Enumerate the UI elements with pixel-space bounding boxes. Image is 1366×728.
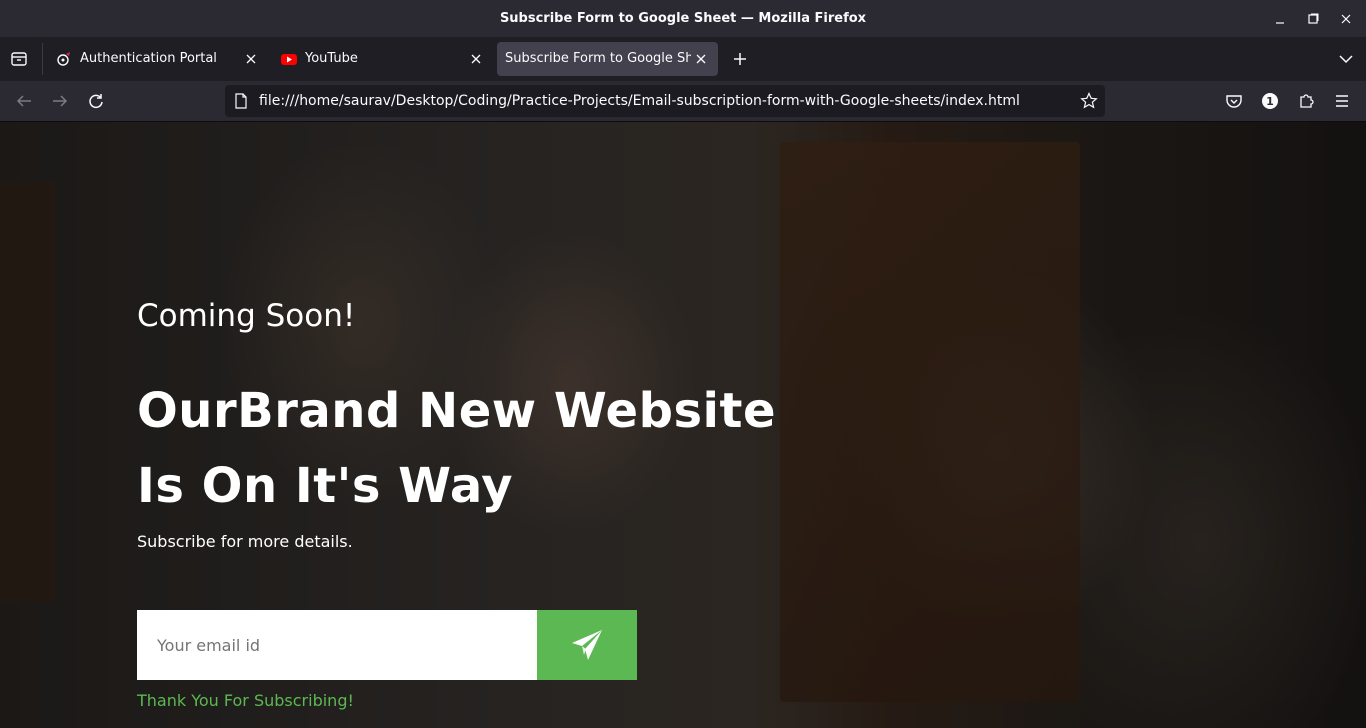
tab-label: Subscribe Form to Google Sheet <box>505 51 691 66</box>
file-page-icon <box>233 93 249 109</box>
tab-subscribe-form[interactable]: Subscribe Form to Google Sheet <box>497 42 718 76</box>
close-tab-icon[interactable] <box>467 50 485 68</box>
back-arrow-icon[interactable] <box>13 90 35 112</box>
tab-divider <box>42 43 43 75</box>
hero-headline: OurBrand New Website Is On It's Way <box>137 383 776 514</box>
url-text[interactable]: file:///home/saurav/Desktop/Coding/Pract… <box>259 85 1020 117</box>
extension-badge-icon[interactable]: 1 <box>1259 90 1281 112</box>
close-window-icon[interactable] <box>1335 8 1357 30</box>
submit-button[interactable] <box>537 610 637 680</box>
new-tab-icon[interactable] <box>729 48 751 70</box>
email-input[interactable] <box>137 610 537 680</box>
paper-plane-icon <box>572 630 602 660</box>
subscribe-subtext: Subscribe for more details. <box>137 532 353 551</box>
window-titlebar: Subscribe Form to Google Sheet — Mozilla… <box>0 0 1366 37</box>
firefox-view-icon[interactable] <box>8 48 30 70</box>
window-title: Subscribe Form to Google Sheet — Mozilla… <box>499 11 867 26</box>
tab-label: YouTube <box>305 51 358 66</box>
close-tab-icon[interactable] <box>242 50 260 68</box>
subscribe-success-message: Thank You For Subscribing! <box>137 691 354 710</box>
minimize-icon[interactable] <box>1269 8 1291 30</box>
tab-label: Authentication Portal <box>80 51 217 66</box>
app-menu-icon[interactable] <box>1331 90 1353 112</box>
subscribe-form <box>137 610 637 680</box>
youtube-favicon-icon <box>281 51 297 67</box>
address-bar[interactable]: file:///home/saurav/Desktop/Coding/Pract… <box>225 85 1105 117</box>
navigation-toolbar: file:///home/saurav/Desktop/Coding/Pract… <box>0 81 1366 122</box>
reload-icon[interactable] <box>85 90 107 112</box>
tab-strip: Authentication Portal YouTube Subscribe … <box>0 37 1366 81</box>
bookmark-star-icon[interactable] <box>1080 92 1098 110</box>
extension-badge-count: 1 <box>1266 95 1274 108</box>
list-all-tabs-icon[interactable] <box>1335 48 1357 70</box>
pocket-icon[interactable] <box>1223 90 1245 112</box>
forward-arrow-icon[interactable] <box>49 90 71 112</box>
extensions-puzzle-icon[interactable] <box>1295 90 1317 112</box>
maximize-icon[interactable] <box>1302 8 1324 30</box>
coming-soon-kicker: Coming Soon! <box>137 298 356 334</box>
portal-favicon-icon <box>56 51 72 67</box>
tab-youtube[interactable]: YouTube <box>271 42 493 76</box>
page-viewport: Coming Soon! OurBrand New Website Is On … <box>0 122 1366 728</box>
tab-authentication-portal[interactable]: Authentication Portal <box>46 42 268 76</box>
close-tab-icon[interactable] <box>692 50 710 68</box>
